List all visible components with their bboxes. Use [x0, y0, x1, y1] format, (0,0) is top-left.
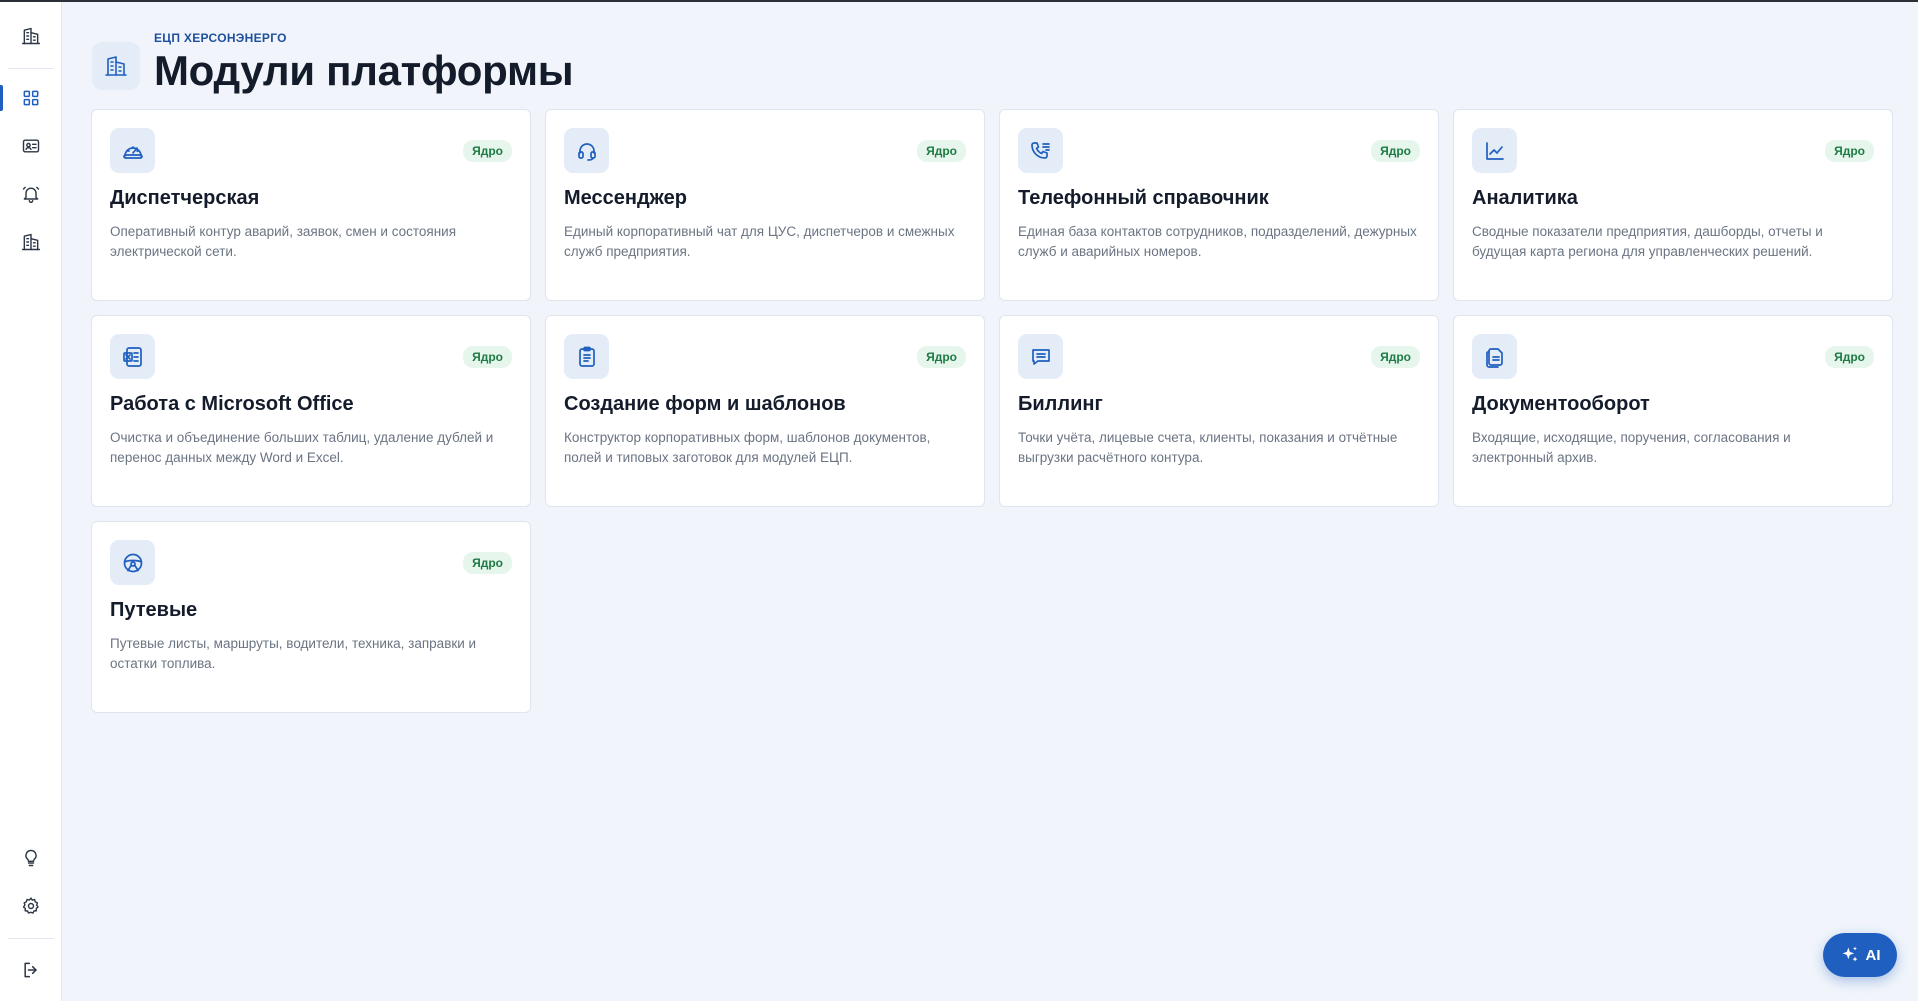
- module-title: Аналитика: [1472, 187, 1578, 209]
- core-badge: Ядро: [463, 140, 512, 162]
- module-card-document-flow[interactable]: Ядро Документооборот Входящие, исходящие…: [1453, 315, 1893, 507]
- module-description: Единый корпоративный чат для ЦУС, диспет…: [564, 224, 955, 259]
- module-title: Мессенджер: [564, 187, 687, 209]
- clipboard-icon: [564, 334, 609, 379]
- headset-icon: [564, 128, 609, 173]
- module-title: Работа с Microsoft Office: [110, 393, 354, 415]
- module-card-microsoft-office[interactable]: Ядро Работа с Microsoft Office Очистка и…: [91, 315, 531, 507]
- chart-line-icon: [1472, 128, 1517, 173]
- module-card-messenger[interactable]: Ядро Мессенджер Единый корпоративный чат…: [545, 109, 985, 301]
- header-building-icon: [92, 42, 140, 90]
- window-top-border: [0, 0, 1918, 2]
- steering-wheel-icon: [110, 540, 155, 585]
- sidebar-logo-building-icon[interactable]: [11, 16, 51, 56]
- excel-file-icon: [110, 334, 155, 379]
- phone-list-icon: [1018, 128, 1063, 173]
- sidebar-item-settings-gear-icon[interactable]: [11, 886, 51, 926]
- module-title: Документооборот: [1472, 393, 1650, 415]
- module-title: Путевые: [110, 599, 198, 621]
- module-description: Входящие, исходящие, поручения, согласов…: [1472, 430, 1791, 465]
- organization-label: ЕЦП ХЕРСОНЭНЕРГО: [154, 31, 287, 45]
- module-title: Создание форм и шаблонов: [564, 393, 846, 415]
- module-description: Точки учёта, лицевые счета, клиенты, пок…: [1018, 430, 1398, 465]
- core-badge: Ядро: [1371, 140, 1420, 162]
- sidebar-item-logout-icon[interactable]: [11, 950, 51, 990]
- module-title: Биллинг: [1018, 393, 1103, 415]
- page-title: Модули платформы: [154, 47, 574, 94]
- sidebar-divider: [8, 938, 54, 939]
- module-description: Оперативный контур аварий, заявок, смен …: [110, 224, 457, 259]
- documents-icon: [1472, 334, 1517, 379]
- module-description: Путевые листы, маршруты, водители, техни…: [110, 636, 477, 671]
- sidebar-item-alarm-bell-icon[interactable]: [11, 174, 51, 214]
- core-badge: Ядро: [463, 346, 512, 368]
- core-badge: Ядро: [917, 346, 966, 368]
- module-card-waybills[interactable]: Ядро Путевые Путевые листы, маршруты, во…: [91, 521, 531, 713]
- module-title: Диспетчерская: [110, 187, 260, 209]
- ai-button-label: AI: [1865, 946, 1881, 964]
- sidebar-active-indicator: [0, 85, 3, 111]
- ai-assistant-button[interactable]: AI: [1823, 933, 1897, 977]
- sidebar-item-modules-grid-icon[interactable]: [11, 78, 51, 118]
- core-badge: Ядро: [1825, 346, 1874, 368]
- module-card-phonebook[interactable]: Ядро Телефонный справочник Единая база к…: [999, 109, 1439, 301]
- core-badge: Ядро: [463, 552, 512, 574]
- sidebar-item-contacts-card-icon[interactable]: [11, 126, 51, 166]
- module-card-analytics[interactable]: Ядро Аналитика Сводные показатели предпр…: [1453, 109, 1893, 301]
- module-card-billing[interactable]: Ядро Биллинг Точки учёта, лицевые счета,…: [999, 315, 1439, 507]
- module-description: Единая база контактов сотрудников, подра…: [1018, 224, 1417, 259]
- core-badge: Ядро: [1371, 346, 1420, 368]
- sidebar-item-organization-building-icon[interactable]: [11, 222, 51, 262]
- core-badge: Ядро: [917, 140, 966, 162]
- receipt-icon: [1018, 334, 1063, 379]
- page-header: ЕЦП ХЕРСОНЭНЕРГО Модули платформы: [92, 28, 574, 98]
- sidebar-item-tips-lightbulb-icon[interactable]: [11, 838, 51, 878]
- module-description: Конструктор корпоративных форм, шаблонов…: [564, 430, 931, 465]
- module-card-forms-templates[interactable]: Ядро Создание форм и шаблонов Конструкто…: [545, 315, 985, 507]
- sidebar: [0, 2, 62, 1001]
- module-card-dispatch[interactable]: Ядро Диспетчерская Оперативный контур ав…: [91, 109, 531, 301]
- module-title: Телефонный справочник: [1018, 187, 1269, 209]
- speedometer-icon: [110, 128, 155, 173]
- sparkles-icon: [1842, 946, 1857, 962]
- modules-grid: Ядро Диспетчерская Оперативный контур ав…: [91, 109, 1893, 713]
- module-description: Сводные показатели предприятия, дашборды…: [1472, 224, 1823, 259]
- core-badge: Ядро: [1825, 140, 1874, 162]
- module-description: Очистка и объединение больших таблиц, уд…: [110, 430, 494, 465]
- sidebar-divider: [8, 68, 54, 69]
